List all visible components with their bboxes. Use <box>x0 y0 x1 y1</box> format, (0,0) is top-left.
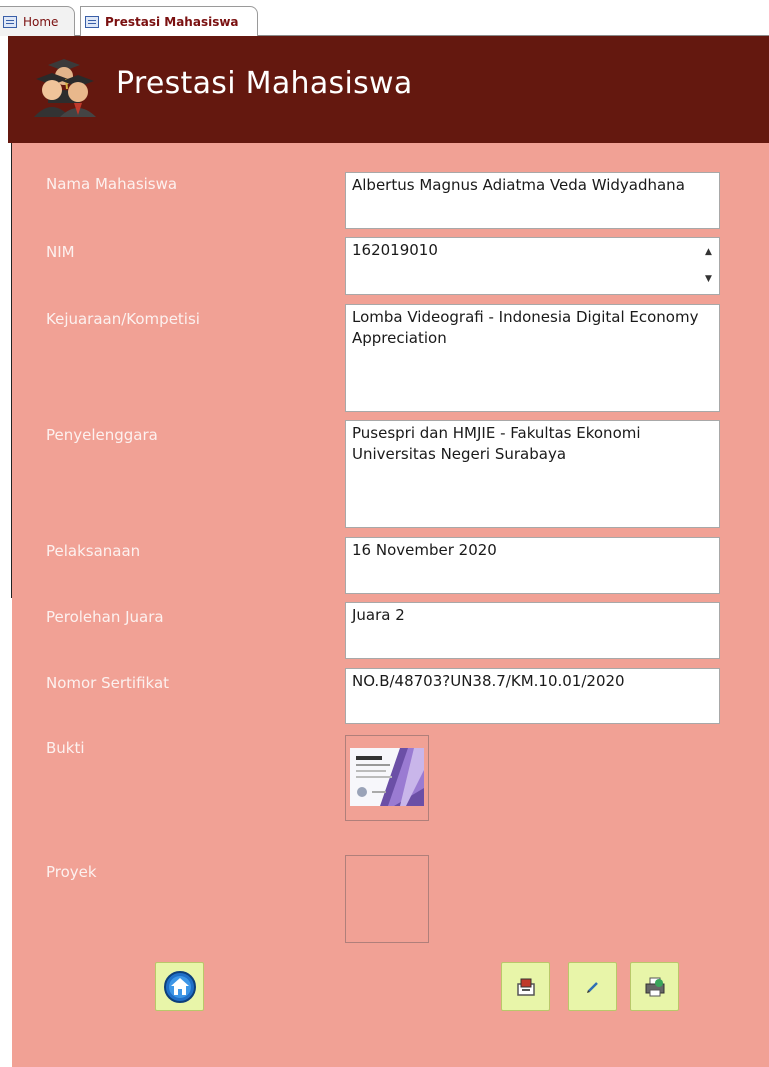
scroll-up-arrow-icon[interactable]: ▲ <box>705 242 712 263</box>
nim-field[interactable]: 162019010 ▲ ▼ <box>345 237 720 295</box>
home-icon <box>163 970 196 1003</box>
page-title: Prestasi Mahasiswa <box>116 66 413 101</box>
perolehan-juara-field[interactable]: Juara 2 <box>345 602 720 659</box>
label-bukti: Bukti <box>46 739 85 757</box>
label-pelaksanaan: Pelaksanaan <box>46 542 141 560</box>
nim-scrollbar[interactable]: ▲ ▼ <box>701 239 718 293</box>
label-nomor-sertifikat: Nomor Sertifikat <box>46 674 170 692</box>
graduates-icon <box>34 59 96 117</box>
nomor-sertifikat-field[interactable]: NO.B/48703?UN38.7/KM.10.01/2020 <box>345 668 720 724</box>
pencil-icon <box>586 981 598 993</box>
label-penyelenggara: Penyelenggara <box>46 426 158 444</box>
print-button[interactable] <box>630 962 679 1011</box>
tab-prestasi-label: Prestasi Mahasiswa <box>105 15 239 29</box>
label-nim: NIM <box>46 243 75 261</box>
label-nama-mahasiswa: Nama Mahasiswa <box>46 175 178 193</box>
form-icon <box>3 15 17 28</box>
tab-home[interactable]: Home <box>0 6 75 36</box>
save-button[interactable] <box>501 962 550 1011</box>
scroll-down-arrow-icon[interactable]: ▼ <box>705 269 712 290</box>
form-header: Prestasi Mahasiswa <box>8 36 769 143</box>
certificate-thumbnail <box>350 748 424 806</box>
bukti-attachment[interactable] <box>345 735 429 821</box>
proyek-attachment[interactable] <box>345 855 429 943</box>
home-button[interactable] <box>155 962 204 1011</box>
printer-icon <box>645 977 664 996</box>
edit-button[interactable] <box>568 962 617 1011</box>
label-kejuaraan: Kejuaraan/Kompetisi <box>46 310 200 328</box>
penyelenggara-field[interactable]: Pusespri dan HMJIE - Fakultas Ekonomi Un… <box>345 420 720 528</box>
label-perolehan-juara: Perolehan Juara <box>46 608 164 626</box>
pelaksanaan-field[interactable]: 16 November 2020 <box>345 537 720 594</box>
form-body: Nama Mahasiswa Albertus Magnus Adiatma V… <box>12 143 769 1067</box>
form-icon <box>85 16 99 28</box>
save-icon <box>516 978 535 996</box>
kejuaraan-field[interactable]: Lomba Videografi - Indonesia Digital Eco… <box>345 304 720 412</box>
tab-prestasi-mahasiswa[interactable]: Prestasi Mahasiswa <box>80 6 258 37</box>
document-tab-bar: Home Prestasi Mahasiswa <box>0 0 769 37</box>
nama-mahasiswa-field[interactable]: Albertus Magnus Adiatma Veda Widyadhana <box>345 172 720 229</box>
label-proyek: Proyek <box>46 863 97 881</box>
nim-value: 162019010 <box>352 241 438 259</box>
tab-home-label: Home <box>23 14 59 29</box>
